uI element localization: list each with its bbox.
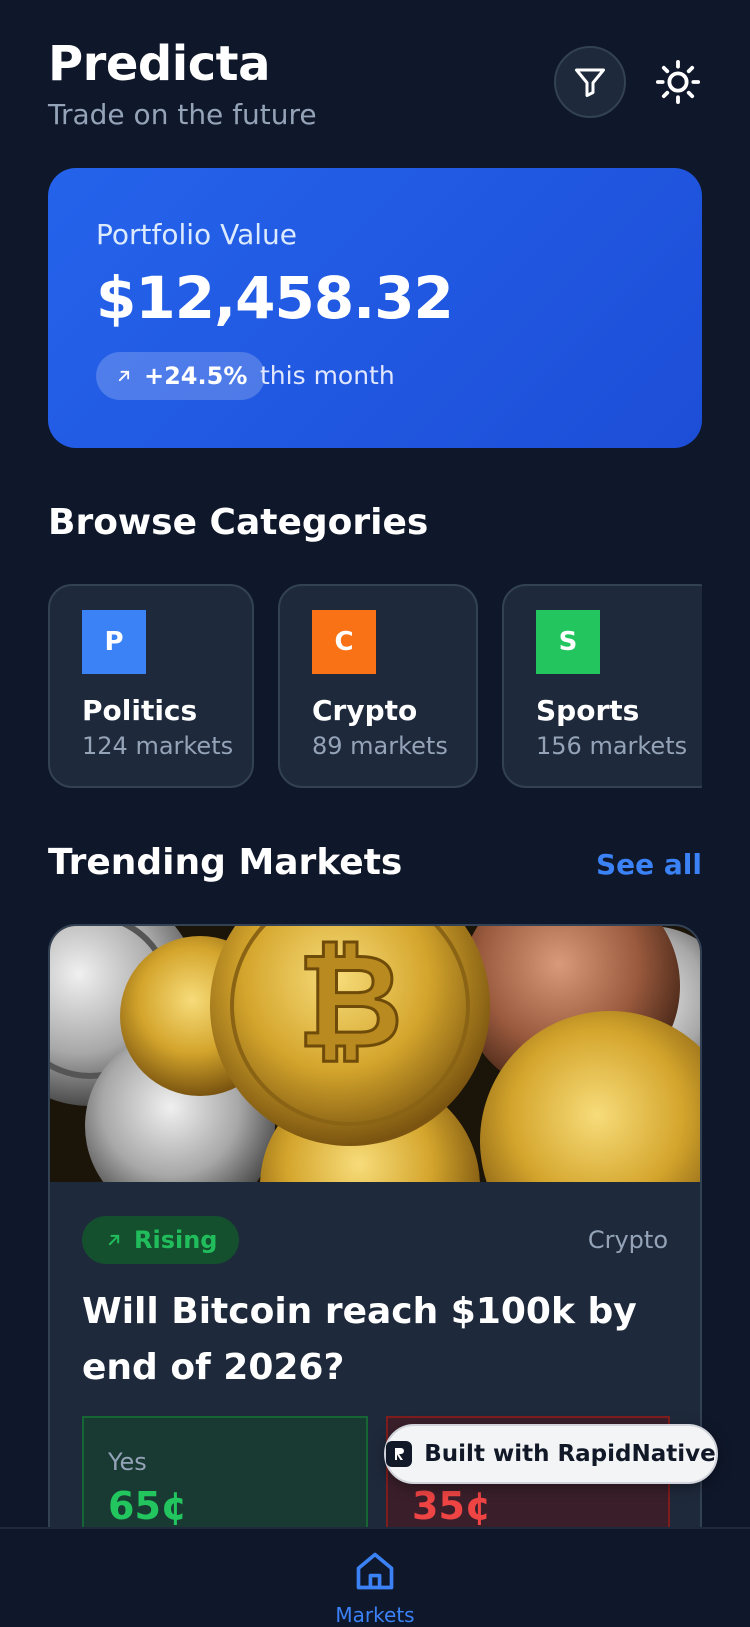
no-price: 35¢ (412, 1484, 492, 1528)
portfolio-period: this month (260, 361, 395, 390)
category-card-sports[interactable]: S Sports 156 markets (502, 584, 702, 788)
portfolio-change: +24.5% (144, 362, 248, 390)
category-card-crypto[interactable]: C Crypto 89 markets (278, 584, 478, 788)
nav-item-markets[interactable]: Markets (335, 1541, 415, 1627)
filter-icon (575, 68, 605, 97)
theme-toggle-button[interactable] (654, 58, 702, 106)
filter-button[interactable] (554, 46, 626, 118)
see-all-link[interactable]: See all (596, 848, 702, 881)
arrow-up-right-icon (118, 370, 130, 382)
built-with-text: Built with RapidNative (424, 1441, 716, 1467)
category-badge: S (536, 610, 600, 674)
category-count: 89 markets (312, 732, 448, 760)
arrow-up-right-icon (108, 1234, 120, 1246)
yes-price: 65¢ (108, 1484, 188, 1528)
category-card-politics[interactable]: P Politics 124 markets (48, 584, 254, 788)
category-badge: C (312, 610, 376, 674)
bottom-nav: Markets (0, 1527, 750, 1627)
rapidnative-logo-icon (386, 1441, 413, 1467)
portfolio-label: Portfolio Value (96, 218, 297, 251)
category-name: Sports (536, 694, 640, 727)
portfolio-card[interactable]: Portfolio Value $12,458.32 +24.5% this m… (48, 168, 702, 448)
category-name: Politics (82, 694, 198, 727)
category-name: Crypto (312, 694, 418, 727)
trending-title: Trending Markets (48, 842, 403, 883)
market-image: ₿ (50, 926, 700, 1182)
category-count: 124 markets (82, 732, 234, 760)
category-count: 156 markets (536, 732, 688, 760)
portfolio-value: $12,458.32 (96, 264, 454, 332)
status-text: Rising (134, 1226, 218, 1254)
nav-label-markets: Markets (335, 1603, 415, 1627)
categories-title: Browse Categories (48, 502, 429, 543)
app-tagline: Trade on the future (48, 98, 317, 131)
status-badge: Rising (82, 1216, 240, 1264)
svg-text:₿: ₿ (297, 926, 403, 1077)
home-icon (356, 1552, 394, 1590)
built-with-badge[interactable]: Built with RapidNative (384, 1424, 718, 1484)
sun-icon (655, 59, 701, 105)
app-title: Predicta (48, 36, 271, 92)
yes-label: Yes (108, 1448, 147, 1476)
market-question: Will Bitcoin reach $100k by end of 2026? (82, 1291, 637, 1388)
portfolio-change-badge: +24.5% (96, 352, 266, 400)
categories-carousel[interactable]: P Politics 124 markets C Crypto 89 marke… (48, 584, 702, 788)
market-category: Crypto (587, 1226, 668, 1254)
category-badge: P (82, 610, 146, 674)
